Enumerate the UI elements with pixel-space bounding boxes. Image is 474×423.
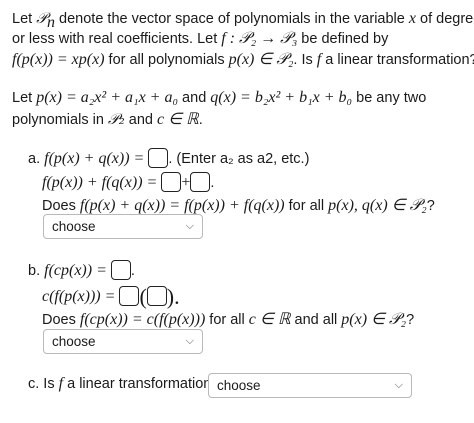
text: be defined by (297, 31, 389, 47)
text: or less with real coefficients. Let (12, 31, 222, 47)
math-domain: p(x), q(x) ∈ 𝒫₂ (328, 197, 427, 214)
part-b-line-2: c(f(p(x))) = (). (42, 284, 180, 309)
select-value: choose (52, 334, 96, 349)
math-question: f(p(x) + q(x)) = f(p(x)) + f(q(x)) (79, 197, 285, 214)
text: for all (284, 198, 329, 214)
text: and (178, 90, 211, 106)
text: polynomials in (12, 112, 108, 128)
part-b-line-1: b. f(cp(x)) = . (28, 260, 135, 281)
part-a-line-2: f(p(x)) + f(q(x)) = +. (42, 172, 214, 193)
answer-box-a1[interactable] (148, 148, 169, 168)
chevron-down-icon: ⌵ (394, 379, 403, 391)
part-b-select[interactable]: choose ⌵ (43, 329, 203, 354)
math-lhs: c(f(p(x))) = (42, 288, 116, 305)
text: a linear transformation? (63, 376, 220, 392)
select-value: choose (217, 378, 261, 393)
part-c-select[interactable]: choose ⌵ (208, 373, 412, 398)
part-b-question: Does f(cp(x)) = c(f(p(x))) for all c ∈ ℝ… (42, 310, 414, 330)
text: denote the vector space of polynomials i… (55, 11, 409, 27)
setup-line-2: polynomials in 𝒫₂ and c ∈ ℝ. (12, 109, 203, 130)
answer-box-b2[interactable] (119, 286, 140, 306)
text: ? (406, 312, 415, 328)
plus-sign: + (181, 174, 191, 191)
text: Let (12, 90, 37, 106)
math-P: 𝒫 (36, 9, 48, 27)
text: a linear transformation? (321, 52, 474, 68)
text: be any two (352, 90, 427, 106)
text: of degree (420, 11, 474, 27)
text: . (210, 175, 215, 191)
text: . (130, 263, 135, 279)
math-map: f : 𝒫₂ → 𝒫₃ (221, 30, 298, 47)
text: and all (290, 312, 342, 328)
text: Does (42, 198, 80, 214)
part-a-select[interactable]: choose ⌵ (43, 214, 203, 239)
math-c: c ∈ ℝ (248, 311, 291, 328)
math-px-def: p(x) = a₂x² + a₁x + a₀ (36, 89, 179, 106)
intro-line-1: Let 𝒫n denote the vector space of polyno… (12, 8, 474, 30)
text: ? (426, 198, 435, 214)
math-P2: 𝒫₂ (107, 110, 125, 128)
text: for all polynomials (104, 52, 229, 68)
intro-line-3: f(p(x)) = xp(x) for all polynomials p(x)… (12, 50, 474, 70)
math-lhs: f(p(x)) + f(q(x)) = (42, 174, 158, 191)
paren-open: ( (139, 284, 147, 309)
part-a-label: a. (28, 151, 41, 167)
math-definition: f(p(x)) = xp(x) (12, 51, 105, 68)
math-question: f(cp(x)) = c(f(p(x))) (79, 311, 206, 328)
intro-line-2: or less with real coefficients. Let f : … (12, 29, 388, 49)
text: and (124, 112, 158, 128)
answer-box-a3[interactable] (190, 172, 211, 192)
select-value: choose (52, 219, 96, 234)
math-lhs: f(p(x) + q(x)) = (44, 150, 145, 167)
text: . Is (293, 52, 317, 68)
text: Does (42, 312, 80, 328)
math-lhs: f(cp(x)) = (44, 262, 107, 279)
part-c-line: c. Is f a linear transformation? (28, 374, 219, 394)
answer-box-b1[interactable] (110, 260, 131, 280)
text: Let (12, 11, 37, 27)
part-b-label: b. (28, 263, 41, 279)
math-qx-def: q(x) = b₂x² + b₁x + b₀ (210, 89, 353, 106)
chevron-down-icon: ⌵ (185, 335, 194, 347)
part-a-line-1: a. f(p(x) + q(x)) = . (Enter a₂ as a2, e… (28, 148, 309, 169)
part-c-label: c. Is (28, 376, 59, 392)
math-px: p(x) ∈ 𝒫₂ (341, 311, 407, 328)
part-a-question: Does f(p(x) + q(x)) = f(p(x)) + f(q(x)) … (42, 196, 435, 216)
answer-box-a2[interactable] (161, 172, 182, 192)
paren-close: ). (166, 284, 180, 309)
math-px: p(x) ∈ 𝒫₂ (228, 51, 294, 68)
math-x: x (408, 10, 416, 27)
math-c-in-R: c ∈ ℝ (157, 111, 199, 128)
chevron-down-icon: ⌵ (185, 220, 194, 232)
text: for all (205, 312, 249, 328)
hint-text: . (Enter a₂ as a2, etc.) (168, 151, 310, 167)
text: . (198, 112, 203, 128)
answer-box-b3[interactable] (146, 286, 167, 306)
setup-line-1: Let p(x) = a₂x² + a₁x + a₀ and q(x) = b₂… (12, 88, 426, 108)
